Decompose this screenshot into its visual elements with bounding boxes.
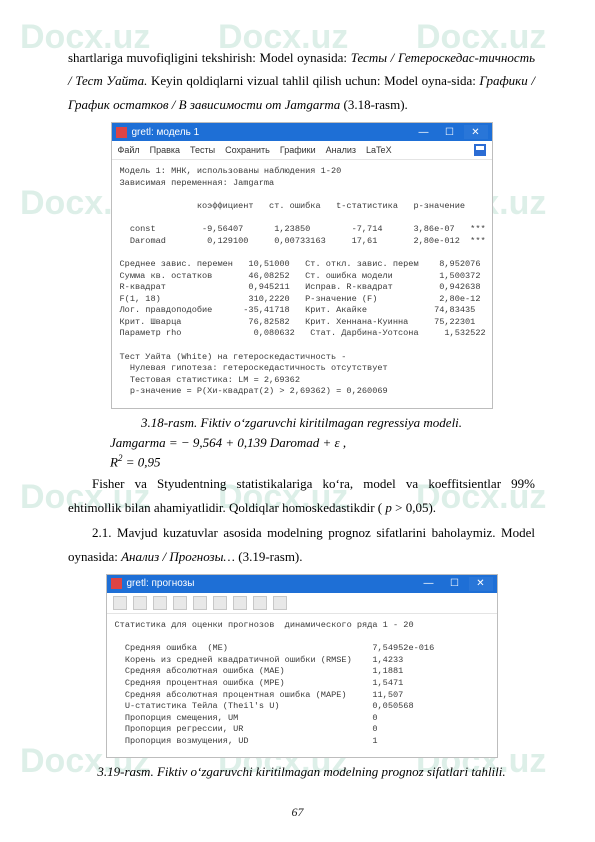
gretl-model-window: gretl: модель 1 — ☐ ✕ Файл Правка Тесты … <box>111 122 493 409</box>
page-content: shartlariga muvofiqligini tekshirish: Mo… <box>0 0 595 842</box>
minimize-button[interactable]: — <box>417 577 441 591</box>
body-paragraph: shartlariga muvofiqligini tekshirish: Mo… <box>68 46 535 116</box>
text-italic: p <box>382 500 392 515</box>
forecast-output: Статистика для оценки прогнозов динамиче… <box>107 614 497 758</box>
maximize-button[interactable]: ☐ <box>443 577 467 591</box>
menubar: Файл Правка Тесты Сохранить Графики Анал… <box>112 141 492 160</box>
menu-edit[interactable]: Правка <box>150 145 180 155</box>
app-icon <box>111 578 122 589</box>
close-button[interactable]: ✕ <box>469 577 493 591</box>
text: shartlariga muvofiqligini tekshirish: Mo… <box>68 50 351 65</box>
toolbar-button[interactable] <box>233 596 247 610</box>
equation: R2 = 0,95 <box>110 453 535 470</box>
window-title: gretl: модель 1 <box>132 127 412 138</box>
text: (3.19-rasm). <box>235 549 303 564</box>
text: > 0,05). <box>392 500 436 515</box>
figure-caption: 3.18-rasm. Fiktiv oʻzgaruvchi kiritilmag… <box>68 415 535 431</box>
body-paragraph: 2.1. Mavjud kuzatuvlar asosida modelning… <box>68 521 535 568</box>
text: (3.18-rasm). <box>340 97 408 112</box>
eq-symbol: R <box>110 454 118 469</box>
toolbar-button[interactable] <box>213 596 227 610</box>
toolbar-button[interactable] <box>273 596 287 610</box>
toolbar-button[interactable] <box>113 596 127 610</box>
minimize-button[interactable]: — <box>412 125 436 139</box>
toolbar-button[interactable] <box>173 596 187 610</box>
window-controls: — ☐ ✕ <box>412 125 488 139</box>
equation: Jamgarma = − 9,564 + 0,139 Daromad + ε , <box>110 435 535 451</box>
text-italic: Анализ / Прогнозы… <box>121 549 235 564</box>
text: Keyin qoldiqlarni vizual tahlil qilish u… <box>147 73 479 88</box>
window-title: gretl: прогнозы <box>127 578 417 589</box>
toolbar <box>107 593 497 614</box>
figure-caption: 3.19-rasm. Fiktiv oʻzgaruvchi kiritilmag… <box>68 764 535 780</box>
eq-superscript: 2 <box>118 453 123 463</box>
menu-analysis[interactable]: Анализ <box>326 145 356 155</box>
titlebar: gretl: прогнозы — ☐ ✕ <box>107 575 497 593</box>
gretl-forecast-window: gretl: прогнозы — ☐ ✕ Статистика для оце… <box>106 574 498 759</box>
model-output: Модель 1: МНК, использованы наблюдения 1… <box>112 160 492 408</box>
close-button[interactable]: ✕ <box>464 125 488 139</box>
body-paragraph: Fisher va Styudentning statistikalariga … <box>68 472 535 519</box>
window-controls: — ☐ ✕ <box>417 577 493 591</box>
menu-file[interactable]: Файл <box>118 145 140 155</box>
page-number: 67 <box>0 805 595 820</box>
menu-save[interactable]: Сохранить <box>225 145 270 155</box>
toolbar-button[interactable] <box>253 596 267 610</box>
eq-value: = 0,95 <box>126 454 161 469</box>
app-icon <box>116 127 127 138</box>
text: Fisher va Styudentning statistikalariga … <box>68 476 535 514</box>
save-icon[interactable] <box>474 144 486 156</box>
menu-tests[interactable]: Тесты <box>190 145 215 155</box>
menu-graphs[interactable]: Графики <box>280 145 316 155</box>
titlebar: gretl: модель 1 — ☐ ✕ <box>112 123 492 141</box>
toolbar-button[interactable] <box>193 596 207 610</box>
maximize-button[interactable]: ☐ <box>438 125 462 139</box>
menu-latex[interactable]: LaTeX <box>366 145 392 155</box>
toolbar-button[interactable] <box>133 596 147 610</box>
toolbar-button[interactable] <box>153 596 167 610</box>
